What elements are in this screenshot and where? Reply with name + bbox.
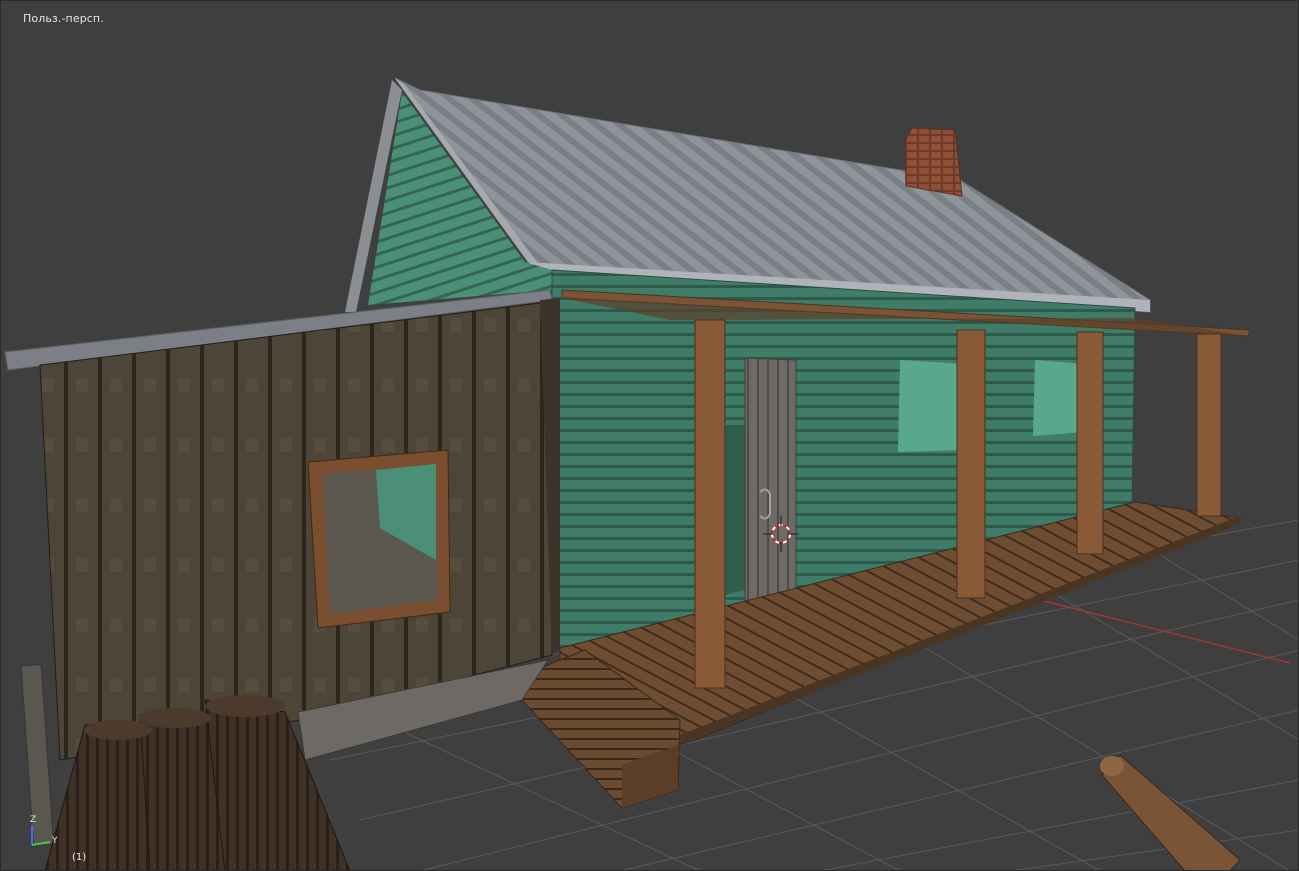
interior-dark — [725, 425, 745, 595]
chimney — [904, 127, 963, 197]
porch-post-2 — [956, 329, 986, 599]
window-front-1 — [898, 360, 965, 452]
gizmo-z-label: Z — [30, 815, 36, 825]
gizmo-y-label: Y — [51, 836, 58, 846]
x-axis-line — [1039, 599, 1291, 664]
3d-viewport[interactable]: Z Y Польз.-персп. (1) — [0, 0, 1299, 871]
porch-post-3 — [1076, 331, 1104, 555]
left-pole — [20, 663, 55, 846]
frame-number-label: (1) — [72, 852, 87, 863]
porch-post-4 — [1196, 333, 1222, 517]
scene-canvas[interactable]: Z Y — [0, 0, 1299, 871]
front-door — [744, 357, 797, 621]
view-name-label: Польз.-персп. — [23, 12, 104, 25]
porch-post-1 — [694, 319, 726, 689]
